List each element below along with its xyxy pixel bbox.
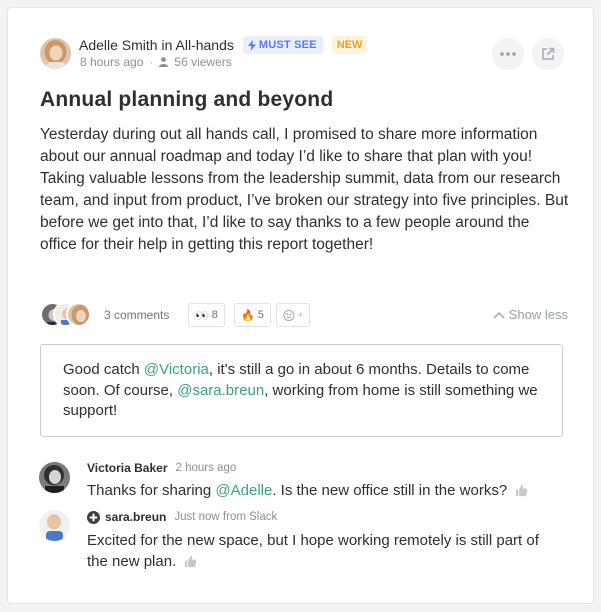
commenter-avatar <box>66 302 91 327</box>
commenter-avatars[interactable] <box>40 302 100 328</box>
comment-text: Excited for the new space, but I hope wo… <box>87 531 557 572</box>
must-see-label: MUST SEE <box>258 39 317 51</box>
author-avatar[interactable] <box>40 38 71 69</box>
more-options-button[interactable] <box>492 38 524 70</box>
author-connector: in <box>161 37 173 53</box>
add-reaction-button[interactable]: + <box>276 303 310 327</box>
comment-text-part: Thanks for sharing <box>87 482 216 499</box>
smiley-icon <box>283 309 295 321</box>
post-title: Annual planning and beyond <box>40 88 334 111</box>
ellipsis-icon <box>500 52 516 56</box>
mention-victoria[interactable]: @Victoria <box>144 361 209 378</box>
author-name[interactable]: Adelle Smith <box>79 37 158 53</box>
comments-count[interactable]: 3 comments <box>104 308 169 322</box>
reply-input[interactable]: Good catch @Victoria, it's still a go in… <box>40 344 563 437</box>
comment-time: 2 hours ago <box>175 462 237 474</box>
must-see-badge: MUST SEE <box>242 36 323 54</box>
post-time: 8 hours ago <box>80 55 144 69</box>
thumbs-up-icon[interactable] <box>184 555 197 568</box>
new-badge: NEW <box>331 36 368 54</box>
commenter-name[interactable]: sara.breun <box>105 510 166 524</box>
commenter-name[interactable]: Victoria Baker <box>87 461 168 475</box>
mention-adelle[interactable]: @Adelle <box>215 482 272 499</box>
comment-text-part: Excited for the new space, but I hope wo… <box>87 532 539 570</box>
post-card: Adelle Smith in All-hands MUST SEE NEW 8… <box>7 7 594 604</box>
comment-text: Thanks for sharing @Adelle. Is the new o… <box>87 481 528 502</box>
reaction-count: 5 <box>257 309 264 321</box>
chevron-up-icon <box>493 311 505 319</box>
mention-sara[interactable]: @sara.breun <box>177 382 264 399</box>
author-line: Adelle Smith in All-hands MUST SEE NEW <box>79 36 368 54</box>
author-name-line: Adelle Smith in All-hands <box>79 37 234 53</box>
slack-icon <box>87 510 100 524</box>
post-meta: 8 hours ago · 56 viewers <box>80 55 232 69</box>
add-reaction-plus: + <box>297 310 303 320</box>
open-external-button[interactable] <box>532 38 564 70</box>
eyes-emoji: 👀 <box>195 309 209 322</box>
lightning-icon <box>247 39 256 51</box>
reaction-eyes[interactable]: 👀 8 <box>188 303 225 327</box>
comment-header: Victoria Baker 2 hours ago <box>87 461 236 475</box>
sara-avatar[interactable] <box>39 510 70 541</box>
separator-dot: · <box>149 55 154 69</box>
post-body: Yesterday during out all hands call, I p… <box>40 126 569 253</box>
show-less-button[interactable]: Show less <box>493 307 568 322</box>
fire-emoji: 🔥 <box>241 309 255 322</box>
external-link-icon <box>542 47 555 60</box>
channel-name[interactable]: All-hands <box>176 37 234 53</box>
comment-text-part: . Is the new office still in the works? <box>272 482 508 499</box>
victoria-avatar[interactable] <box>39 462 70 493</box>
person-icon <box>159 57 169 67</box>
comment-time: Just now from Slack <box>174 511 278 523</box>
engagement-bar: 3 comments 👀 8 🔥 5 + Show less <box>40 302 568 328</box>
viewers-count[interactable]: 56 viewers <box>174 55 231 69</box>
reaction-count: 8 <box>211 309 218 321</box>
show-less-label: Show less <box>508 307 568 322</box>
reaction-fire[interactable]: 🔥 5 <box>234 303 271 327</box>
thumbs-up-icon[interactable] <box>515 484 528 497</box>
reply-text: Good catch <box>63 361 144 378</box>
comment-header: sara.breun Just now from Slack <box>87 510 277 524</box>
